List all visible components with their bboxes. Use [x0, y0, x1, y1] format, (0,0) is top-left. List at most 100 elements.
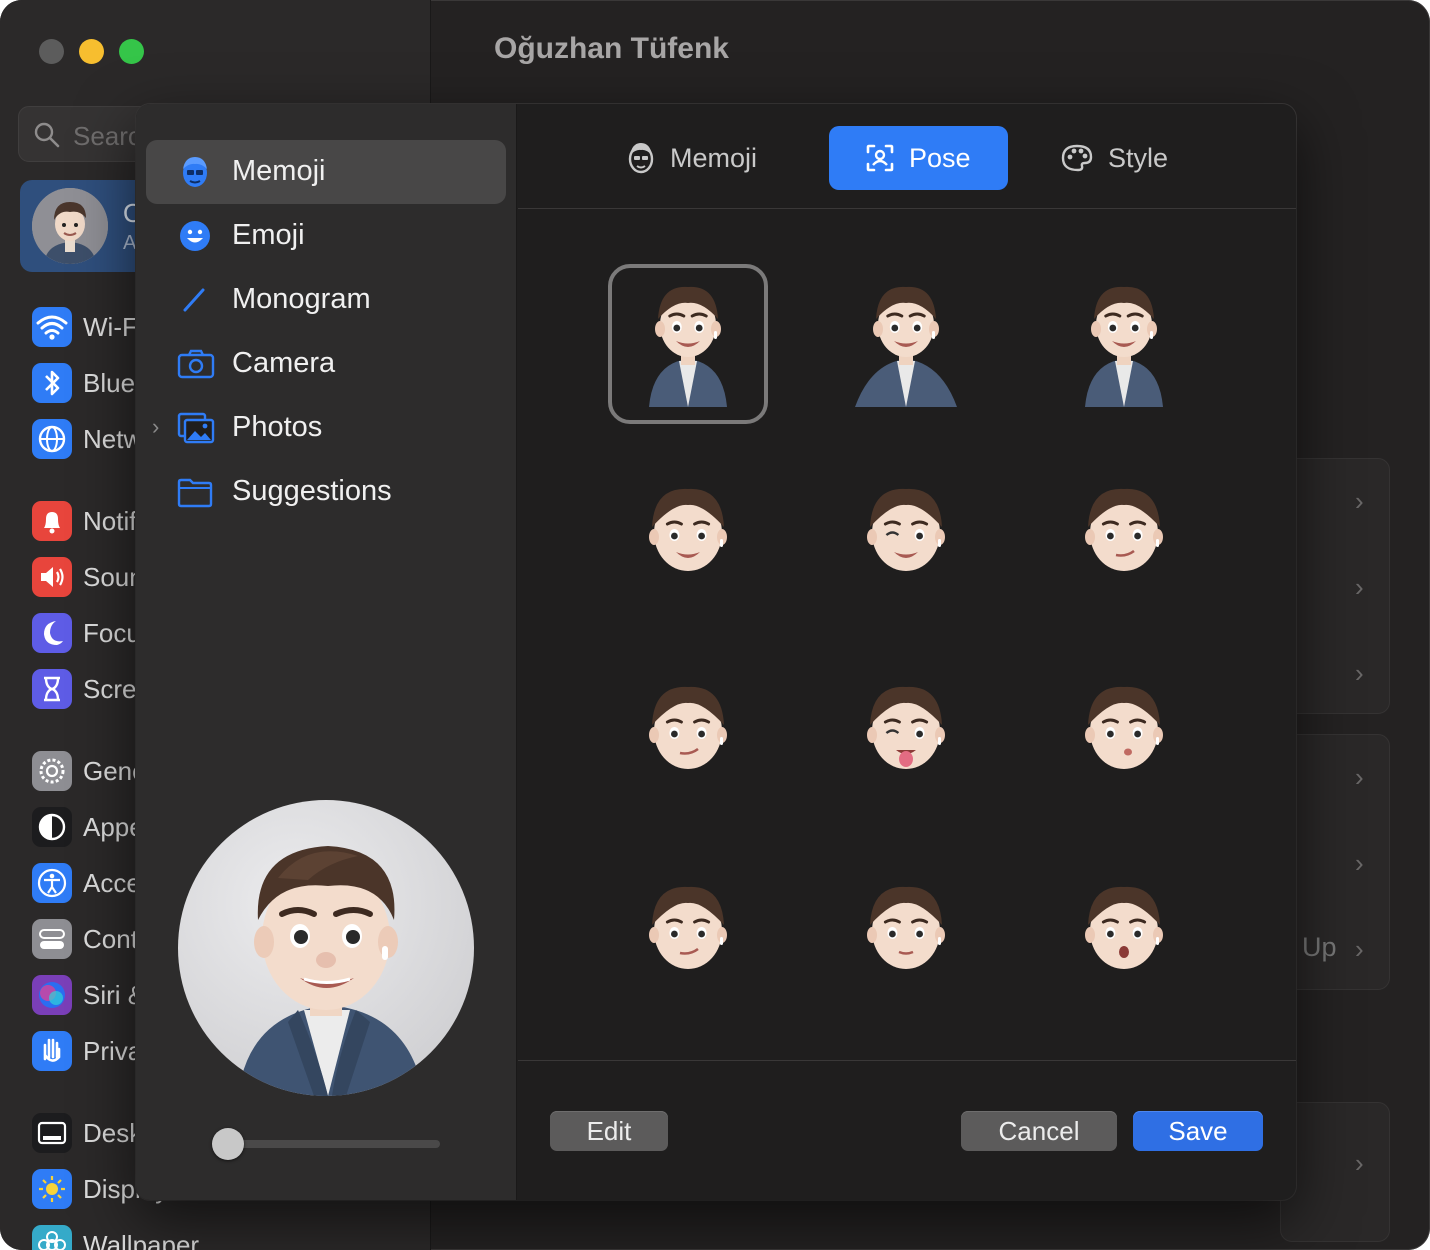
- pose-option[interactable]: [1044, 652, 1204, 812]
- pose-option[interactable]: [826, 454, 986, 614]
- hand-icon: [32, 1031, 72, 1071]
- background-up-label: Up: [1302, 932, 1337, 962]
- memoji-tabs: Memoji Pose Style: [518, 104, 1296, 209]
- camera-icon: [176, 346, 216, 382]
- chevron-right-icon: ›: [1355, 762, 1364, 792]
- memoji-picker-dialog: Memoji Emoji Monogram Camera › Photos Suggesti…: [136, 104, 1296, 1200]
- memoji-pose-image: [841, 665, 971, 800]
- source-item-label: Photos: [232, 411, 323, 443]
- pose-option[interactable]: [608, 454, 768, 614]
- picture-source-list: Memoji Emoji Monogram Camera › Photos Suggesti…: [136, 104, 517, 1200]
- pose-option[interactable]: [826, 852, 986, 1012]
- settings-window: Search O A Wi-FiBluetoothNetworkNotifica…: [0, 0, 1430, 1250]
- flower-icon: [32, 1225, 72, 1250]
- globe-icon: [32, 419, 72, 459]
- source-item-photos[interactable]: › Photos: [146, 396, 506, 460]
- smiley-icon: [176, 218, 216, 254]
- source-item-label: Memoji: [232, 155, 326, 187]
- memoji-pose-image: [1059, 467, 1189, 602]
- pose-icon: [866, 144, 894, 172]
- source-item-label: Emoji: [232, 219, 305, 251]
- memoji-pose-image: [623, 277, 753, 412]
- source-item-emoji[interactable]: Emoji: [146, 204, 506, 268]
- tab-pose[interactable]: Pose: [829, 126, 1008, 190]
- divider: [518, 1060, 1296, 1061]
- zoom-slider[interactable]: [212, 1128, 440, 1160]
- palette-icon: [1061, 144, 1093, 172]
- edit-button[interactable]: Edit: [550, 1111, 668, 1151]
- memoji-pose-image: [1059, 865, 1189, 1000]
- window-controls: [39, 39, 144, 64]
- chevron-right-icon: ›: [1355, 572, 1364, 602]
- pose-option[interactable]: [1044, 264, 1204, 424]
- sun-icon: [32, 1169, 72, 1209]
- sidebar-item-wi-fi[interactable]: Wi-Fi: [32, 306, 144, 348]
- folder-icon: [176, 474, 216, 510]
- memoji-pose-image: [841, 865, 971, 1000]
- source-item-label: Monogram: [232, 283, 371, 315]
- memoji-pose-image: [841, 277, 971, 412]
- cancel-button[interactable]: Cancel: [961, 1111, 1117, 1151]
- zoom-slider-knob[interactable]: [212, 1128, 244, 1160]
- gear-icon: [32, 751, 72, 791]
- accessibility-icon: [32, 863, 72, 903]
- save-button[interactable]: Save: [1133, 1111, 1263, 1151]
- pose-option[interactable]: [1044, 454, 1204, 614]
- chevron-right-icon: ›: [1355, 934, 1364, 964]
- pose-grid: [518, 210, 1296, 1060]
- minimize-button[interactable]: [79, 39, 104, 64]
- zoom-button[interactable]: [119, 39, 144, 64]
- memoji-face-icon: [628, 143, 654, 174]
- tab-memoji[interactable]: Memoji: [626, 126, 796, 190]
- disclosure-chevron-icon[interactable]: ›: [152, 414, 159, 440]
- background-group: [1280, 1102, 1390, 1242]
- wifi-icon: [32, 307, 72, 347]
- hourglass-icon: [32, 669, 72, 709]
- sidebar-item-label: Wi-Fi: [83, 311, 144, 342]
- memoji-pose-image: [623, 467, 753, 602]
- bluetooth-icon: [32, 363, 72, 403]
- moon-icon: [32, 613, 72, 653]
- pose-option[interactable]: [826, 652, 986, 812]
- memoji-pose-image: [1059, 277, 1189, 412]
- chevron-right-icon: ›: [1355, 486, 1364, 516]
- pencil-icon: [176, 282, 216, 318]
- dock-icon: [32, 1113, 72, 1153]
- source-item-label: Camera: [232, 347, 336, 379]
- search-icon: [34, 122, 60, 148]
- speaker-icon: [32, 557, 72, 597]
- close-button[interactable]: [39, 39, 64, 64]
- sidebar-item-wallpaper[interactable]: Wallpaper: [32, 1224, 199, 1250]
- bell-icon: [32, 501, 72, 541]
- appearance-icon: [32, 807, 72, 847]
- source-item-label: Suggestions: [232, 475, 392, 507]
- memoji-pose-image: [1059, 665, 1189, 800]
- chevron-right-icon: ›: [1355, 1148, 1364, 1178]
- pose-option[interactable]: [826, 264, 986, 424]
- account-subtitle: A: [123, 232, 137, 254]
- tab-style[interactable]: Style: [1060, 126, 1210, 190]
- background-group: [1280, 458, 1390, 714]
- memoji-icon: [176, 154, 216, 190]
- memoji-pose-image: [623, 665, 753, 800]
- pose-option[interactable]: [1044, 852, 1204, 1012]
- toggles-icon: [32, 919, 72, 959]
- source-item-suggestions[interactable]: Suggestions: [146, 460, 506, 524]
- window-title: Oğuzhan Tüfenk: [494, 32, 729, 65]
- source-item-memoji[interactable]: Memoji: [146, 140, 506, 204]
- siri-icon: [32, 975, 72, 1015]
- tab-label: Style: [1108, 142, 1169, 173]
- avatar: [32, 188, 108, 264]
- pose-option[interactable]: [608, 852, 768, 1012]
- memoji-pose-image: [841, 467, 971, 602]
- sidebar-item-label: Wallpaper: [83, 1229, 200, 1250]
- memoji-pose-image: [623, 865, 753, 1000]
- source-item-monogram[interactable]: Monogram: [146, 268, 506, 332]
- photos-icon: [176, 410, 216, 446]
- pose-option[interactable]: [608, 264, 768, 424]
- chevron-right-icon: ›: [1355, 658, 1364, 688]
- pose-option[interactable]: [608, 652, 768, 812]
- chevron-right-icon: ›: [1355, 848, 1364, 878]
- avatar-preview: [178, 800, 474, 1096]
- source-item-camera[interactable]: Camera: [146, 332, 506, 396]
